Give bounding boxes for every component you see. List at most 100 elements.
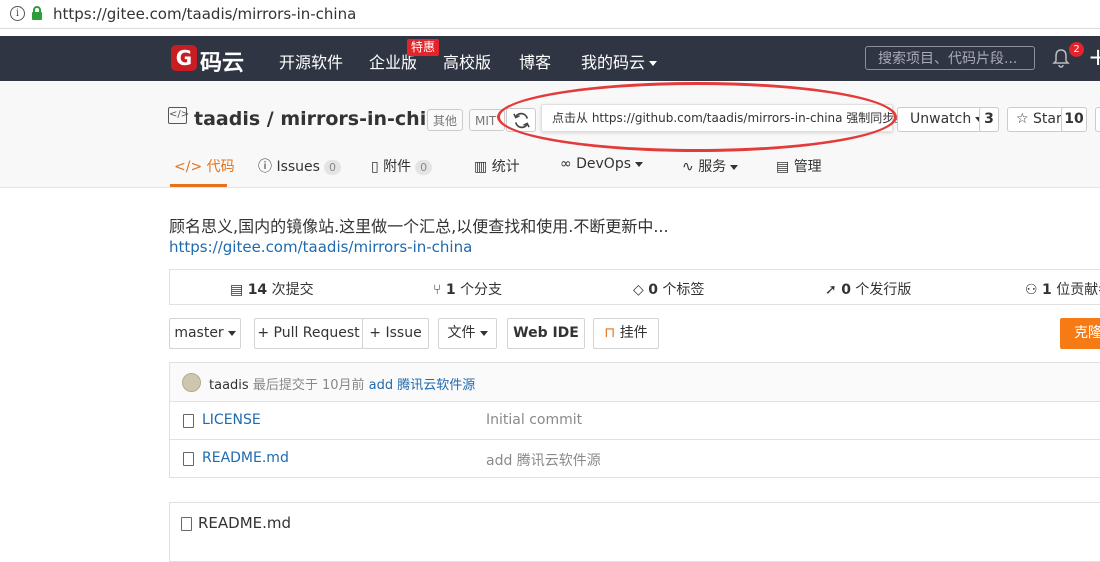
info-icon[interactable]: i	[10, 6, 25, 21]
file-name[interactable]: LICENSE	[202, 412, 261, 428]
watch-count[interactable]: 3	[979, 107, 999, 132]
repo-description: 顾名思义,国内的镜像站.这里做一个汇总,以便查找和使用.不断更新中...	[169, 217, 669, 236]
tab-issues[interactable]: ⓘ Issues 0	[258, 156, 341, 176]
bell-icon[interactable]	[1052, 48, 1070, 68]
star-icon: ☆	[1016, 111, 1029, 127]
pull-request-button[interactable]: + Pull Request	[254, 318, 363, 349]
plus-icon[interactable]: +	[1088, 44, 1100, 70]
sync-button[interactable]	[506, 108, 536, 132]
tab-manage-label: 管理	[793, 159, 822, 175]
commit-icon: ▤	[230, 282, 244, 298]
readme-file-icon	[181, 517, 192, 531]
stat-branches[interactable]: ⑂ 1 个分支	[433, 279, 502, 299]
branch-select[interactable]: master	[169, 318, 241, 349]
tab-devops-label: DevOps	[576, 156, 632, 172]
manage-icon: ▤	[776, 159, 790, 175]
attachments-count: 0	[415, 160, 433, 175]
chevron-down-icon	[479, 330, 488, 336]
nav-my-gitee[interactable]: 我的码云	[581, 49, 658, 73]
file-commit-message[interactable]: add 腾讯云软件源	[486, 450, 601, 470]
commit-message[interactable]: add 腾讯云软件源	[369, 378, 476, 393]
chevron-down-icon	[227, 330, 236, 336]
commits-count: 14	[247, 282, 268, 298]
tab-services[interactable]: ∿ 服务	[682, 156, 739, 176]
repo-homepage-link[interactable]: https://gitee.com/taadis/mirrors-in-chin…	[169, 238, 472, 256]
tags-label: 个标签	[662, 282, 705, 298]
file-menu-button[interactable]: 文件	[438, 318, 497, 349]
clone-button[interactable]: 克隆	[1060, 318, 1100, 349]
tab-stats[interactable]: ▥ 统计	[474, 156, 520, 176]
code-icon: </>	[174, 159, 203, 175]
stat-tags[interactable]: ◇ 0 个标签	[633, 279, 704, 299]
star-count[interactable]: 10	[1061, 107, 1087, 132]
chart-icon: ▥	[474, 159, 488, 175]
nav-education[interactable]: 高校版	[443, 49, 491, 73]
nav-blog[interactable]: 博客	[519, 49, 551, 73]
fork-button-partial[interactable]	[1095, 107, 1100, 132]
file-name[interactable]: README.md	[202, 450, 289, 466]
tab-attachments-label: 附件	[383, 159, 412, 175]
notification-count: 2	[1069, 42, 1084, 57]
new-issue-button[interactable]: + Issue	[362, 318, 429, 349]
infinity-icon: ∞	[560, 156, 572, 172]
web-ide-button[interactable]: Web IDE	[507, 318, 585, 349]
tab-stats-label: 统计	[491, 159, 520, 175]
nav-my-gitee-label: 我的码云	[581, 53, 646, 72]
readme-title: README.md	[198, 514, 292, 532]
commit-time: 最后提交于 10月前	[252, 378, 365, 393]
search-input[interactable]: 搜索项目、代码片段...	[865, 46, 1035, 70]
stat-contributors[interactable]: ⚇ 1 位贡献者	[1025, 279, 1100, 299]
star-label: Star	[1033, 111, 1062, 127]
chevron-down-icon	[730, 164, 739, 170]
tag-icon: ◇	[633, 282, 644, 298]
file-commit-message[interactable]: Initial commit	[486, 412, 582, 428]
file-row[interactable]	[169, 440, 1100, 478]
commits-label: 次提交	[271, 282, 314, 298]
tab-devops[interactable]: ∞ DevOps	[560, 156, 644, 172]
tab-code[interactable]: </> 代码	[174, 156, 235, 176]
chevron-down-icon	[649, 61, 658, 66]
branch-icon: ⑂	[433, 282, 442, 298]
commit-author[interactable]: taadis	[209, 378, 249, 393]
repo-category-tag[interactable]: 其他	[427, 109, 464, 131]
bookmark-icon: ⊓	[604, 325, 616, 341]
watch-label: Unwatch	[910, 111, 972, 127]
repo-code-icon: </>	[168, 107, 189, 124]
pulse-icon: ∿	[682, 159, 694, 175]
chevron-down-icon	[635, 161, 644, 167]
logo-text[interactable]: 码云	[200, 45, 244, 77]
releases-label: 个发行版	[855, 282, 912, 298]
issues-count: 0	[323, 160, 341, 175]
last-commit-info: taadis 最后提交于 10月前 add 腾讯云软件源	[209, 374, 475, 393]
tab-issues-label: Issues	[276, 159, 320, 175]
branch-select-label: master	[174, 325, 224, 341]
tab-manage[interactable]: ▤ 管理	[776, 156, 822, 176]
contributors-label: 位贡献者	[1056, 282, 1100, 298]
tab-attachments[interactable]: ▯ 附件 0	[371, 156, 433, 176]
nav-open-source[interactable]: 开源软件	[279, 49, 343, 73]
contributor-icon: ⚇	[1025, 282, 1038, 298]
stat-releases[interactable]: ➚ 0 个发行版	[825, 279, 911, 299]
releases-count: 0	[841, 282, 851, 298]
contributors-count: 1	[1042, 282, 1052, 298]
tab-services-label: 服务	[698, 159, 727, 175]
readme-panel	[169, 502, 1100, 562]
stat-commits[interactable]: ▤ 14 次提交	[230, 279, 314, 299]
repo-header	[0, 81, 1100, 188]
avatar[interactable]	[182, 373, 201, 392]
browser-address-bar[interactable]: i https://gitee.com/taadis/mirrors-in-ch…	[0, 0, 1100, 29]
branches-count: 1	[445, 282, 456, 298]
file-menu-label: 文件	[447, 325, 476, 341]
repo-title[interactable]: taadis / mirrors-in-china	[194, 108, 453, 130]
issue-icon: ⓘ	[258, 159, 272, 175]
sync-tooltip: 点击从 https://github.com/taadis/mirrors-in…	[541, 104, 906, 132]
active-tab-indicator	[170, 184, 227, 187]
address-url[interactable]: https://gitee.com/taadis/mirrors-in-chin…	[53, 5, 356, 23]
top-nav: G 码云 开源软件 企业版 特惠 高校版 博客 我的码云 搜索项目、代码片段..…	[0, 36, 1100, 81]
tags-count: 0	[648, 282, 658, 298]
file-row[interactable]	[169, 402, 1100, 440]
sync-icon	[513, 112, 530, 129]
repo-license-tag[interactable]: MIT	[469, 109, 505, 131]
gitee-logo-icon[interactable]: G	[171, 45, 197, 71]
widget-button[interactable]: ⊓ 挂件	[593, 318, 659, 349]
